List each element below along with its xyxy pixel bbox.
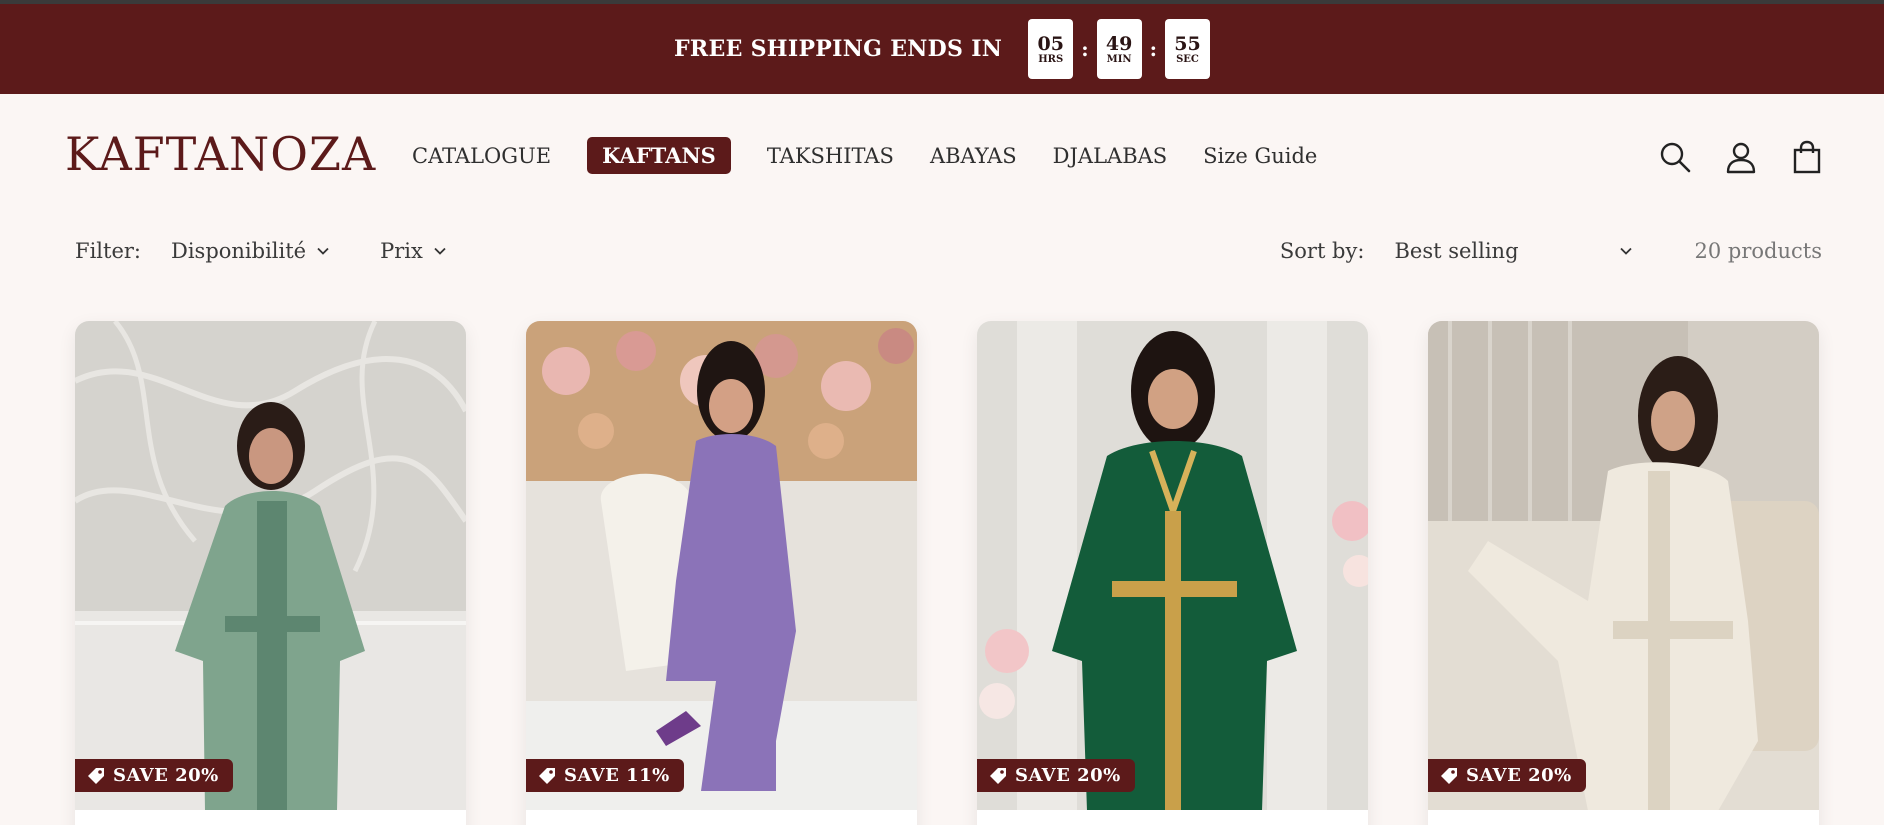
sort-label: Sort by: [1279, 239, 1365, 263]
timer-seconds: 55 SEC [1164, 19, 1210, 79]
nav-item-kaftans[interactable]: KAFTANS [587, 137, 731, 174]
price-filter[interactable]: Prix [380, 239, 447, 263]
availability-filter-label: Disponibilité [170, 239, 307, 263]
search-icon[interactable] [1658, 140, 1692, 174]
tag-icon [990, 767, 1006, 784]
sort-select-value: Best selling [1394, 239, 1519, 263]
site-header: KAFTANOZA CATALOGUE KAFTANS TAKSHITAS AB… [0, 94, 1884, 220]
product-count: 20 products [1694, 239, 1822, 263]
chevron-down-icon [434, 247, 446, 255]
timer-seconds-value: 55 [1174, 32, 1201, 55]
discount-badge-label: SAVE 11% [564, 765, 670, 786]
sort-select[interactable]: Best selling [1394, 239, 1632, 263]
card-footer [977, 810, 1368, 825]
chevron-down-icon [1619, 247, 1632, 255]
nav-item-djalabas[interactable]: DJALABAS [1053, 138, 1168, 174]
price-filter-label: Prix [380, 239, 423, 263]
product-card[interactable]: SAVE 11% [526, 321, 917, 825]
product-image [977, 321, 1368, 811]
site-logo[interactable]: KAFTANOZA [65, 127, 376, 181]
promo-bar: FREE SHIPPING ENDS IN 05 HRS : 49 MIN : … [0, 4, 1884, 94]
tag-icon [1441, 767, 1457, 784]
timer-separator: : [1149, 37, 1157, 61]
header-icons [1658, 140, 1824, 174]
timer-hours: 05 HRS [1028, 19, 1074, 79]
timer-minutes-unit: MIN [1106, 53, 1132, 65]
product-card[interactable]: SAVE 20% [1428, 321, 1819, 825]
timer-minutes-value: 49 [1105, 32, 1133, 55]
card-footer [526, 810, 917, 825]
tag-icon [88, 767, 104, 784]
account-icon[interactable] [1724, 140, 1758, 174]
main-nav: CATALOGUE KAFTANS TAKSHITAS ABAYAS DJALA… [412, 137, 1353, 174]
filter-label: Filter: [75, 239, 141, 263]
cart-icon[interactable] [1790, 140, 1824, 174]
card-footer [75, 810, 466, 825]
sort-area: Sort by: Best selling 20 products [1280, 239, 1822, 263]
availability-filter[interactable]: Disponibilité [171, 239, 330, 263]
timer-seconds-unit: SEC [1176, 53, 1199, 65]
nav-item-size-guide[interactable]: Size Guide [1203, 138, 1317, 174]
discount-badge: SAVE 20% [1428, 759, 1586, 792]
discount-badge-label: SAVE 20% [1015, 765, 1121, 786]
card-footer [1428, 810, 1819, 825]
discount-badge: SAVE 11% [526, 759, 684, 792]
discount-badge-label: SAVE 20% [1466, 765, 1572, 786]
tag-icon [539, 767, 555, 784]
product-card[interactable]: SAVE 20% [977, 321, 1368, 825]
nav-item-takshitas[interactable]: TAKSHITAS [767, 138, 894, 174]
discount-badge-label: SAVE 20% [113, 765, 219, 786]
filter-bar: Filter: Disponibilité Prix Sort by: Best… [75, 234, 1822, 268]
product-grid: SAVE 20% SAVE 11% SAVE 20% SAVE 20% [75, 321, 1819, 825]
product-image [75, 321, 466, 811]
product-card[interactable]: SAVE 20% [75, 321, 466, 825]
promo-text: FREE SHIPPING ENDS IN [674, 36, 1003, 62]
product-image [526, 321, 917, 811]
nav-item-catalogue[interactable]: CATALOGUE [412, 138, 551, 174]
timer-hours-unit: HRS [1038, 53, 1064, 65]
discount-badge: SAVE 20% [977, 759, 1135, 792]
nav-item-abayas[interactable]: ABAYAS [930, 138, 1017, 174]
product-image [1428, 321, 1819, 811]
discount-badge: SAVE 20% [75, 759, 233, 792]
timer-hours-value: 05 [1037, 32, 1064, 55]
timer-separator: : [1081, 37, 1089, 61]
timer-minutes: 49 MIN [1096, 19, 1142, 79]
countdown-timer: 05 HRS : 49 MIN : 55 SEC [1028, 19, 1210, 79]
chevron-down-icon [317, 247, 329, 255]
